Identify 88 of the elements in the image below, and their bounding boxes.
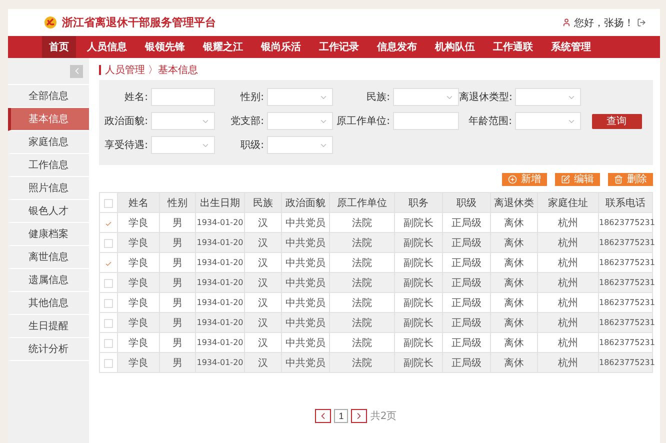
table-cell: 中共党员	[282, 352, 330, 372]
nav-item[interactable]: 首页	[42, 36, 76, 58]
table-cell: 学良	[118, 352, 160, 372]
sidebar-item[interactable]: 照片信息	[8, 177, 89, 200]
nav-item[interactable]: 银领先锋	[138, 36, 192, 58]
table-cell: 18623775231	[598, 352, 652, 372]
select-field[interactable]	[393, 88, 459, 106]
column-header: 政治面貌	[282, 192, 330, 212]
field-label: 离退休类型:	[459, 90, 514, 104]
app-title: 浙江省离退休干部服务管理平台	[62, 15, 216, 30]
table-cell: 杭州	[538, 352, 598, 372]
sidebar-item[interactable]: 银色人才	[8, 200, 89, 223]
sidebar-item[interactable]: 统计分析	[8, 338, 89, 361]
sidebar-item[interactable]: 工作信息	[8, 154, 89, 177]
checkbox[interactable]	[104, 279, 113, 288]
column-header: 离退休类	[490, 192, 538, 212]
checkbox[interactable]	[104, 319, 113, 328]
table-cell: 正局级	[442, 352, 490, 372]
select-field[interactable]	[515, 88, 581, 106]
sidebar-item[interactable]: 生日提醒	[8, 315, 89, 338]
checkbox[interactable]	[104, 339, 113, 348]
plus-circle-icon	[508, 175, 517, 184]
input-field[interactable]	[151, 88, 215, 106]
select-field[interactable]	[267, 112, 333, 130]
nav-item[interactable]: 工作通联	[486, 36, 540, 58]
breadcrumb: 人员管理 〉基本信息	[105, 64, 198, 77]
trash-icon	[614, 175, 623, 184]
column-header: 职级	[442, 192, 490, 212]
checkbox[interactable]	[104, 299, 113, 308]
nav-item[interactable]: 人员信息	[80, 36, 134, 58]
previous-page-button[interactable]	[315, 409, 332, 423]
page-total: 共2页	[370, 410, 397, 423]
select-field[interactable]	[151, 136, 215, 154]
checkbox[interactable]	[105, 220, 112, 228]
checkbox[interactable]	[104, 199, 113, 208]
column-header: 姓名	[118, 192, 160, 212]
field-label: 政治面貌:	[104, 115, 149, 128]
search-button[interactable]: 查询	[592, 114, 642, 128]
user-icon	[562, 18, 571, 27]
logout-icon[interactable]	[637, 18, 646, 27]
column-header: 职务	[394, 192, 442, 212]
column-header: 出生日期	[196, 192, 244, 212]
nav-item[interactable]: 银尚乐活	[254, 36, 308, 58]
table-cell: 离休	[490, 352, 538, 372]
table-cell: 副院长	[394, 352, 442, 372]
select-field[interactable]	[267, 88, 333, 106]
field-label: 民族:	[366, 90, 391, 104]
field-label: 原工作单位:	[336, 114, 391, 128]
next-page-button[interactable]	[351, 409, 368, 423]
table-cell: 1934-01-20	[196, 352, 244, 372]
select-field[interactable]	[267, 136, 333, 154]
checkbox[interactable]	[104, 359, 113, 368]
collapse-button[interactable]	[70, 64, 83, 78]
sidebar-item[interactable]: 家庭信息	[8, 131, 89, 154]
sidebar-item[interactable]: 其他信息	[8, 292, 89, 315]
input-field[interactable]	[393, 112, 459, 130]
select-field[interactable]	[151, 112, 215, 130]
field-label: 享受待遇:	[104, 138, 149, 152]
checkbox[interactable]	[104, 239, 113, 248]
greeting-text: 您好，张扬！	[574, 16, 634, 30]
sidebar-item[interactable]: 遗属信息	[8, 269, 89, 292]
column-header: 家庭住址	[538, 192, 598, 212]
nav-item[interactable]: 系统管理	[544, 36, 598, 58]
sidebar-item[interactable]: 离世信息	[8, 246, 89, 269]
field-label: 职级:	[240, 139, 265, 152]
field-label: 性别:	[239, 90, 265, 104]
field-label: 年龄范围:	[468, 114, 513, 128]
select-field[interactable]	[515, 112, 581, 130]
nav-item[interactable]: 机构队伍	[428, 36, 482, 58]
breadcrumb-marker	[99, 65, 101, 75]
table-cell: 汉	[244, 352, 282, 372]
column-header: 联系电话	[598, 192, 652, 212]
checkbox[interactable]	[105, 260, 112, 268]
column-header: 原工作单位	[330, 192, 394, 212]
sidebar-item[interactable]: 健康档案	[8, 223, 89, 246]
column-header: 民族	[244, 192, 282, 212]
table-cell: 男	[160, 352, 196, 372]
edit-icon	[561, 175, 570, 184]
sidebar-item[interactable]: 基本信息	[8, 108, 89, 131]
column-header: 性别	[160, 192, 196, 212]
nav-item[interactable]: 信息发布	[370, 36, 424, 58]
nav-item[interactable]: 工作记录	[312, 36, 366, 58]
table-cell: 法院	[330, 352, 394, 372]
logo-icon	[44, 16, 57, 29]
nav-item[interactable]: 银耀之江	[196, 36, 250, 58]
field-label: 姓名:	[124, 91, 149, 104]
field-label: 党支部:	[230, 114, 265, 128]
page-number[interactable]: 1	[334, 409, 348, 423]
